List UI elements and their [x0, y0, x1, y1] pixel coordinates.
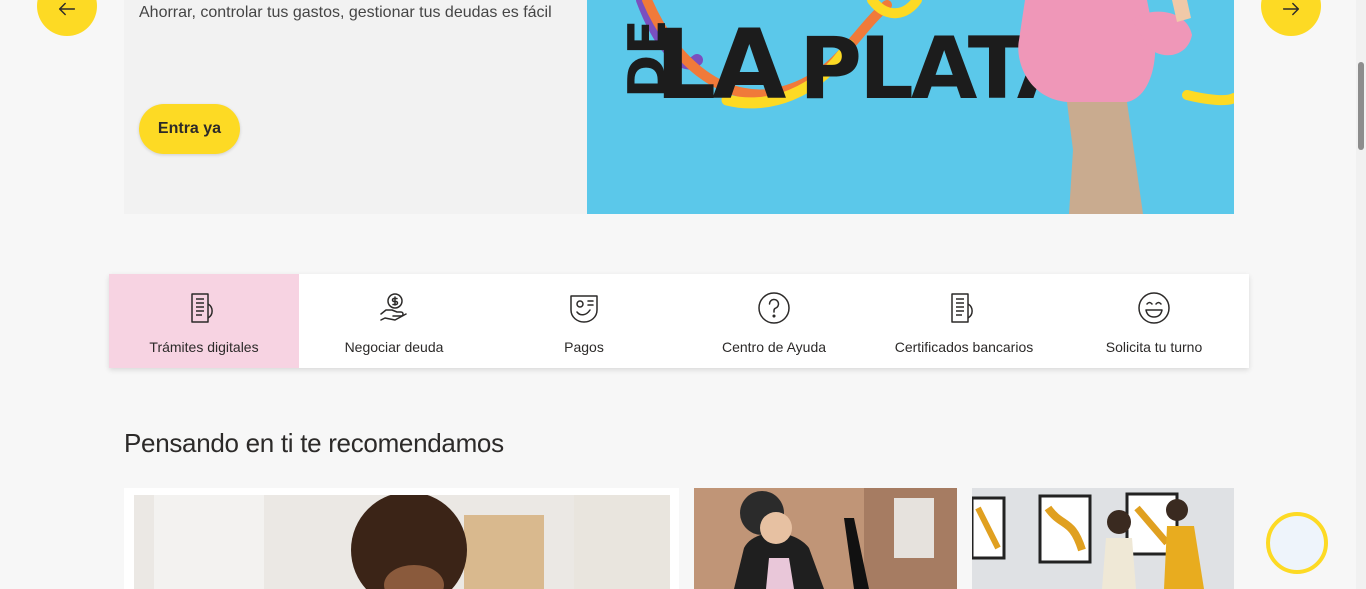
carousel-next-button[interactable]: [1261, 0, 1321, 36]
quick-link-payments[interactable]: Pagos: [489, 274, 679, 368]
recommendation-card-3[interactable]: [972, 488, 1234, 589]
quick-links-bar: Trámites digitales Negociar deuda Pagos …: [109, 274, 1249, 368]
hero-word-la: LA: [655, 9, 786, 121]
quick-link-bank-certificates[interactable]: Certificados bancarios: [869, 274, 1059, 368]
recommendations-title: Pensando en ti te recomendamos: [124, 428, 504, 458]
quick-link-label: Negociar deuda: [344, 339, 444, 355]
hero-description: Ahorrar, controlar tus gastos, gestionar…: [139, 4, 552, 21]
quick-link-help-center[interactable]: Centro de Ayuda: [679, 274, 869, 368]
quick-link-label: Centro de Ayuda: [721, 339, 827, 355]
recommendation-card-2[interactable]: [694, 488, 957, 589]
enter-button[interactable]: Entra ya: [139, 104, 240, 154]
smile-icon: [1138, 292, 1170, 324]
certificate-icon: [951, 293, 973, 323]
hero-banner-image: DE LA PLATA: [587, 0, 1234, 214]
arrow-right-icon: [1282, 2, 1300, 16]
card-image-motorcyclist: [694, 488, 957, 589]
money-hand-icon: [380, 293, 407, 321]
card-image-woman: [134, 495, 670, 589]
quick-link-negotiate-debt[interactable]: Negociar deuda: [299, 274, 489, 368]
page-scrollbar[interactable]: [1356, 0, 1366, 589]
card-image-art-gallery: [972, 488, 1234, 589]
document-icon: [191, 293, 213, 323]
help-icon: [758, 292, 790, 324]
quick-link-digital-procedures[interactable]: Trámites digitales: [109, 274, 299, 368]
recommendation-card-1[interactable]: [124, 488, 679, 589]
quick-link-label: Certificados bancarios: [894, 339, 1034, 355]
quick-link-request-turn[interactable]: Solicita tu turno: [1059, 274, 1249, 368]
quick-link-label: Trámites digitales: [149, 339, 259, 355]
quick-link-label: Solicita tu turno: [1105, 339, 1203, 355]
scrollbar-thumb[interactable]: [1358, 62, 1364, 150]
hero-text-panel: Ahorrar, controlar tus gastos, gestionar…: [124, 0, 587, 214]
payment-icon: [570, 295, 598, 323]
carousel-prev-button[interactable]: [37, 0, 97, 36]
chat-button[interactable]: [1266, 512, 1328, 574]
arrow-left-icon: [58, 2, 76, 16]
quick-link-label: Pagos: [564, 339, 604, 355]
